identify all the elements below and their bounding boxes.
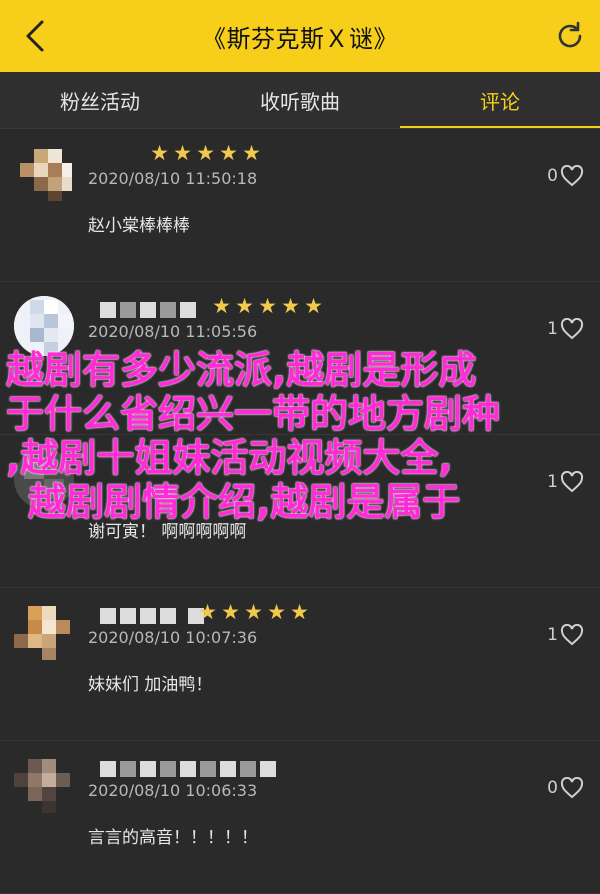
like-button[interactable]: 1 bbox=[547, 318, 584, 340]
comment-item: ★ ★ ★ ★ ★ 2020/08/10 11:05:56 1 bbox=[0, 282, 600, 435]
like-button[interactable]: 0 bbox=[547, 777, 584, 799]
avatar[interactable] bbox=[14, 143, 74, 203]
star-icon: ★ bbox=[267, 600, 286, 624]
star-icon: ★ bbox=[281, 294, 300, 318]
comment-time: 2020/08/10 11:05:56 bbox=[88, 322, 258, 341]
like-count: 0 bbox=[547, 166, 558, 186]
comment-item: 2020/08/10 10:06:33 言言的高音！！！！！ 0 bbox=[0, 741, 600, 894]
rating-stars: ★ ★ ★ ★ ★ bbox=[148, 141, 263, 165]
star-icon: ★ bbox=[173, 141, 192, 165]
like-count: 1 bbox=[547, 319, 558, 339]
comment-text: 谢可寅！ 啊啊啊啊啊 bbox=[88, 522, 247, 542]
tab-comments[interactable]: 评论 bbox=[400, 72, 600, 128]
star-icon: ★ bbox=[196, 141, 215, 165]
like-count: 1 bbox=[547, 472, 558, 492]
heart-icon bbox=[560, 471, 584, 493]
comment-time: 2020/08/10 10:07:36 bbox=[88, 628, 258, 647]
comment-time: 2020/08/10 10:06:33 bbox=[88, 781, 258, 800]
avatar[interactable] bbox=[14, 449, 74, 509]
like-button[interactable]: 1 bbox=[547, 471, 584, 493]
comment-item: ★ ★ ★ ★ ★ 2020/08/10 11:50:18 赵小棠棒棒棒 0 bbox=[0, 129, 600, 282]
tab-bar: 粉丝活动 收听歌曲 评论 bbox=[0, 72, 600, 129]
like-button[interactable]: 1 bbox=[547, 624, 584, 646]
comment-time: 2020/08/10 11:50:18 bbox=[88, 169, 258, 188]
app-header: 《斯芬克斯Ｘ谜》 bbox=[0, 0, 600, 72]
chevron-left-icon[interactable] bbox=[20, 18, 50, 54]
comment-item: ★ ★ ★ ★ ★ 2020/08/10 10:07:36 妹妹们 加油鸭！ 1 bbox=[0, 588, 600, 741]
rating-stars: ★ ★ ★ ★ ★ bbox=[196, 600, 311, 624]
like-count: 1 bbox=[547, 625, 558, 645]
avatar[interactable] bbox=[14, 602, 74, 662]
star-icon: ★ bbox=[304, 294, 323, 318]
star-icon: ★ bbox=[212, 294, 231, 318]
comment-text: 妹妹们 加油鸭！ bbox=[88, 675, 213, 695]
rating-stars: ★ ★ ★ ★ ★ bbox=[210, 294, 325, 318]
refresh-icon[interactable] bbox=[554, 20, 586, 52]
tab-fan-activity[interactable]: 粉丝活动 bbox=[0, 72, 200, 128]
tab-listen-songs[interactable]: 收听歌曲 bbox=[200, 72, 400, 128]
avatar[interactable] bbox=[14, 755, 74, 815]
heart-icon bbox=[560, 165, 584, 187]
star-icon: ★ bbox=[198, 600, 217, 624]
star-icon: ★ bbox=[258, 294, 277, 318]
star-icon: ★ bbox=[244, 600, 263, 624]
comment-text: 赵小棠棒棒棒 bbox=[88, 216, 190, 236]
star-icon: ★ bbox=[221, 600, 240, 624]
like-button[interactable]: 0 bbox=[547, 165, 584, 187]
comment-item: 谢可寅！ 啊啊啊啊啊 1 bbox=[0, 435, 600, 588]
avatar[interactable] bbox=[14, 296, 74, 356]
page-title: 《斯芬克斯Ｘ谜》 bbox=[202, 24, 398, 53]
comment-list: ★ ★ ★ ★ ★ 2020/08/10 11:50:18 赵小棠棒棒棒 0 ★… bbox=[0, 129, 600, 894]
star-icon: ★ bbox=[150, 141, 169, 165]
user-name-masked bbox=[100, 608, 204, 626]
comment-text: 言言的高音！！！！！ bbox=[88, 828, 258, 848]
heart-icon bbox=[560, 624, 584, 646]
user-name-masked bbox=[100, 761, 276, 779]
heart-icon bbox=[560, 777, 584, 799]
star-icon: ★ bbox=[235, 294, 254, 318]
heart-icon bbox=[560, 318, 584, 340]
user-name-masked bbox=[100, 302, 196, 320]
star-icon: ★ bbox=[242, 141, 261, 165]
star-icon: ★ bbox=[290, 600, 309, 624]
star-icon: ★ bbox=[219, 141, 238, 165]
like-count: 0 bbox=[547, 778, 558, 798]
